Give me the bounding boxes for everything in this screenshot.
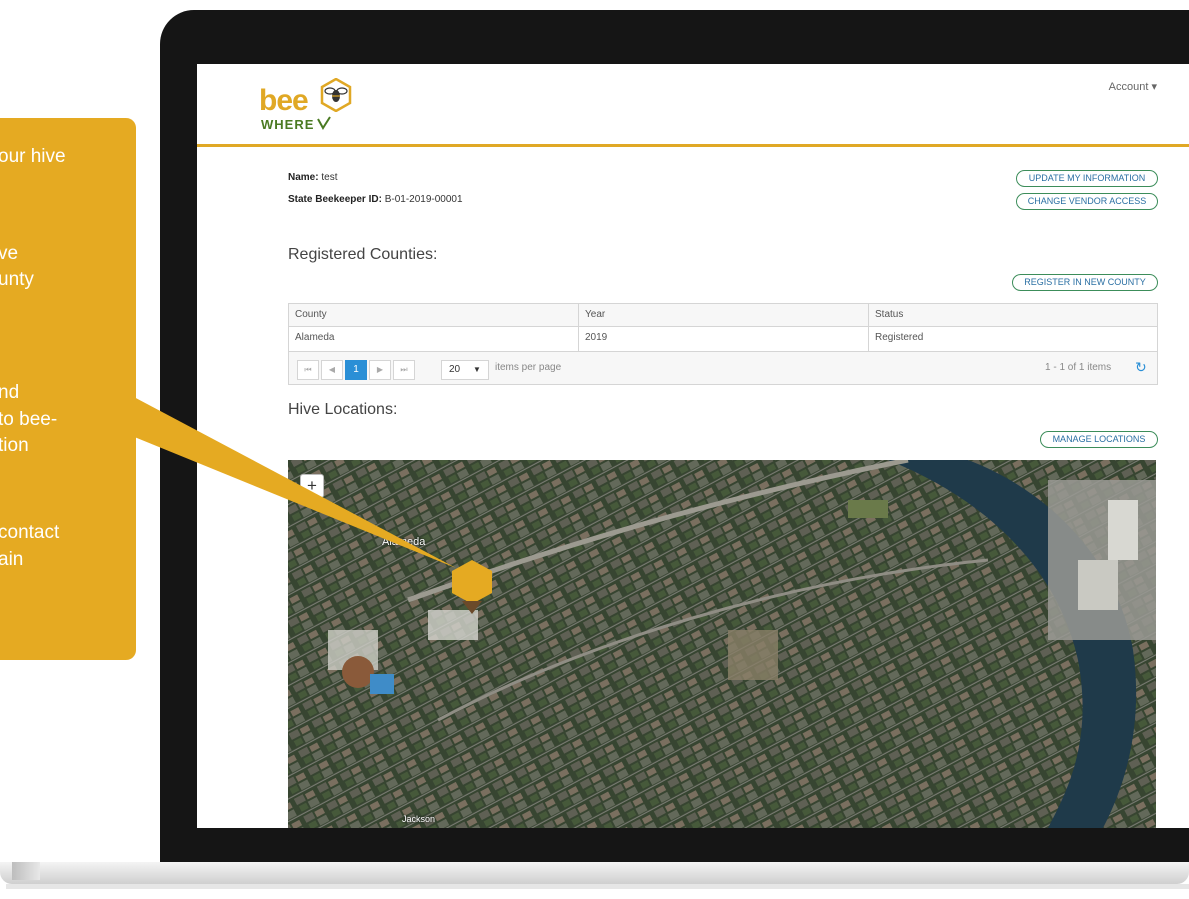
county-cell: Alameda — [295, 332, 335, 343]
callout-line: ain — [0, 549, 24, 570]
column-header-status[interactable]: Status — [875, 309, 903, 320]
callout-line: ve — [0, 243, 19, 264]
beekeeper-id-label: State Beekeeper ID: — [288, 194, 382, 205]
beekeeper-id-value: B-01-2019-00001 — [384, 194, 463, 205]
name-row: Name: test — [288, 172, 337, 183]
satellite-map-imagery — [288, 460, 1156, 828]
next-page-icon[interactable]: ▶ — [369, 360, 391, 380]
laptop-base-shadow — [6, 884, 1189, 889]
callout-line: nd — [0, 382, 20, 403]
refresh-icon[interactable]: ↻ — [1135, 359, 1147, 376]
column-header-year[interactable]: Year — [585, 309, 605, 320]
registered-counties-title: Registered Counties: — [288, 246, 438, 263]
grid-pager: ⏮ ◀ 1 ▶ ⏭ 20 ▼ items per page 1 - 1 of 1… — [289, 352, 1157, 384]
account-menu[interactable]: Account ▾ — [1109, 80, 1157, 93]
callout-line: to bee- — [0, 409, 58, 430]
prev-page-icon[interactable]: ◀ — [321, 360, 343, 380]
callout-line: contact — [0, 522, 60, 543]
last-page-icon[interactable]: ⏭ — [393, 360, 415, 380]
update-information-button[interactable]: UPDATE MY INFORMATION — [1016, 170, 1158, 187]
manage-locations-button[interactable]: MANAGE LOCATIONS — [1040, 431, 1158, 448]
logo-text: bee — [259, 84, 309, 117]
map-label-alameda: Alameda — [382, 536, 426, 548]
callout-line: tion — [0, 435, 29, 456]
page-range-info: 1 - 1 of 1 items — [1045, 362, 1112, 373]
page-size-value: 20 — [449, 364, 461, 375]
beewhere-logo[interactable]: bee WHERE — [259, 78, 389, 134]
callout-line: our hive — [0, 146, 66, 167]
items-per-page-label: items per page — [495, 362, 562, 373]
map-label-jackson: Jackson — [402, 814, 436, 824]
hive-locations-title: Hive Locations: — [288, 401, 398, 418]
column-divider — [578, 304, 579, 351]
map-zoom-in-button[interactable]: + — [300, 474, 324, 498]
first-page-icon[interactable]: ⏮ — [297, 360, 319, 380]
column-divider — [868, 304, 869, 351]
year-cell: 2019 — [585, 332, 608, 343]
counties-grid: County Year Status Alameda 2019 Register… — [288, 303, 1158, 385]
laptop-base-notch — [12, 862, 40, 880]
beekeeper-id-row: State Beekeeper ID: B-01-2019-00001 — [288, 194, 463, 205]
page-1-button[interactable]: 1 — [345, 360, 367, 380]
app-header: bee WHERE Account ▾ — [197, 64, 1189, 147]
grid-header: County Year Status — [289, 304, 1157, 327]
change-vendor-access-button[interactable]: CHANGE VENDOR ACCESS — [1016, 193, 1158, 210]
bee-hexagon-icon — [320, 78, 352, 112]
page-size-select[interactable]: 20 ▼ — [441, 360, 489, 380]
hive-map[interactable]: + Alameda Jackson — [288, 460, 1156, 828]
table-row[interactable]: Alameda 2019 Registered — [289, 327, 1157, 352]
register-new-county-button[interactable]: REGISTER IN NEW COUNTY — [1012, 274, 1158, 291]
logo-subtext: WHERE — [261, 117, 315, 132]
column-header-county[interactable]: County — [295, 309, 327, 320]
hive-marker-icon[interactable] — [448, 558, 496, 618]
name-label: Name: — [288, 172, 319, 183]
check-mark-icon — [317, 116, 331, 130]
laptop-base — [0, 862, 1189, 884]
callout-box: our hive ve unty nd to bee- tion contact… — [0, 118, 136, 660]
callout-line: unty — [0, 269, 34, 290]
name-value: test — [321, 172, 338, 183]
status-cell: Registered — [875, 332, 924, 343]
app-screen: bee WHERE Account ▾ Name: test State Bee… — [197, 64, 1189, 828]
caret-down-icon: ▼ — [473, 365, 481, 374]
